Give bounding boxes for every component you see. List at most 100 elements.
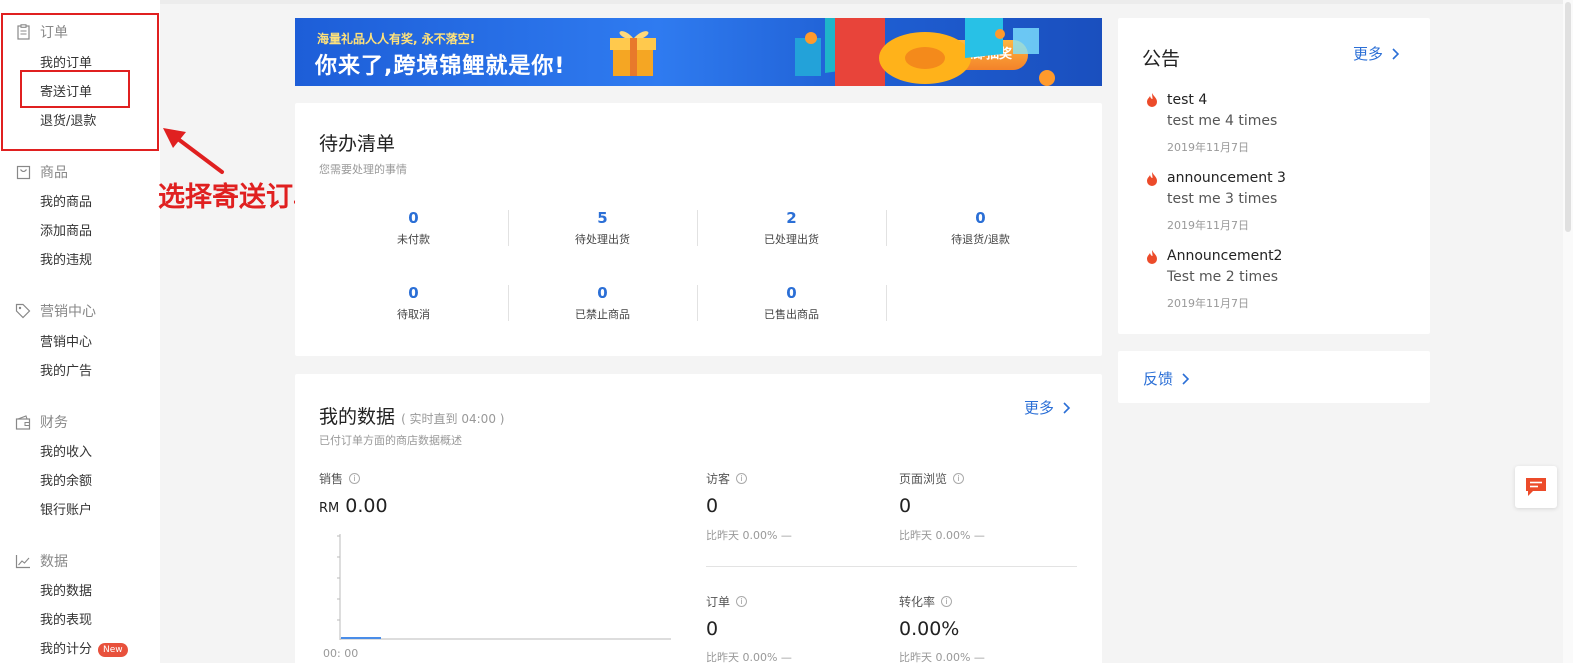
conversion-label-text: 转化率: [899, 595, 936, 609]
sidebar-item-bank-account[interactable]: 银行账户: [40, 499, 92, 518]
announcement-body: test me 3 times: [1167, 191, 1278, 207]
sidebar-group-title: 财务: [40, 415, 68, 431]
todo-stat-value: 0: [597, 284, 608, 302]
sidebar-item-my-ads[interactable]: 我的广告: [40, 360, 92, 379]
announcement-title[interactable]: Announcement2: [1167, 248, 1282, 264]
chevron-right-icon: [1182, 372, 1190, 385]
feedback-link[interactable]: 反馈: [1143, 368, 1193, 389]
announcement-body: Test me 2 times: [1167, 269, 1279, 285]
orders-compare: 比昨天 0.00% —: [706, 651, 792, 663]
todo-stat-unpaid[interactable]: 0 未付款: [319, 209, 508, 247]
todo-stat-value: 0: [408, 284, 419, 302]
scrollbar-thumb[interactable]: [1565, 2, 1571, 232]
my-data-title-note: ( 实时直到 04:00 ): [401, 412, 505, 426]
todo-stat-label: 已处理出货: [764, 233, 819, 246]
fire-icon: [1147, 250, 1157, 264]
sidebar-group-head: 商品: [15, 162, 68, 182]
chat-button[interactable]: [1515, 466, 1557, 508]
wallet-icon: [15, 414, 31, 430]
sidebar-item-my-products[interactable]: 我的商品: [40, 191, 92, 210]
sidebar-item-my-data[interactable]: 我的数据: [40, 580, 92, 599]
announcement-date: 2019年11月7日: [1167, 219, 1249, 232]
chevron-right-icon: [1392, 47, 1400, 60]
sales-label: 销售 i: [319, 470, 361, 487]
info-icon[interactable]: i: [953, 473, 965, 484]
conversion-label: 转化率 i: [899, 593, 953, 610]
todo-stat-returns[interactable]: 0 待退货/退款: [886, 209, 1075, 247]
todo-stat-to-ship[interactable]: 5 待处理出货: [508, 209, 697, 247]
my-data-card: 我的数据 ( 实时直到 04:00 ) 已付订单方面的商店数据概述 更多 销售 i…: [295, 374, 1102, 663]
todo-stat-value: 0: [975, 209, 986, 227]
banner-line1: 海量礼品人人有奖, 永不落空!: [317, 32, 476, 46]
pageviews-label: 页面浏览 i: [899, 470, 965, 487]
my-data-subtitle: 已付订单方面的商店数据概述: [319, 434, 462, 447]
todo-title: 待办清单: [319, 133, 396, 155]
sidebar-item-label: 我的计分: [40, 642, 93, 657]
todo-stat-shipped[interactable]: 2 已处理出货: [697, 209, 886, 247]
more-label: 更多: [1353, 45, 1384, 63]
announcement-title[interactable]: test 4: [1167, 92, 1207, 108]
chart-line-icon: [15, 553, 31, 569]
my-data-title-text: 我的数据: [319, 406, 396, 428]
my-data-title: 我的数据 ( 实时直到 04:00 ): [319, 402, 504, 429]
visitors-value: 0: [706, 495, 719, 517]
info-icon[interactable]: i: [941, 596, 953, 607]
chat-icon: [1526, 478, 1546, 496]
conversion-compare: 比昨天 0.00% —: [899, 651, 985, 663]
todo-subtitle: 您需要处理的事情: [319, 163, 407, 176]
sidebar-item-my-balance[interactable]: 我的余额: [40, 470, 92, 489]
todo-stat-banned[interactable]: 0 已禁止商品: [508, 284, 697, 322]
announcement-title[interactable]: announcement 3: [1167, 170, 1286, 186]
pageviews-label-text: 页面浏览: [899, 472, 948, 486]
my-data-more-link[interactable]: 更多: [1024, 397, 1074, 418]
todo-stat-value: 0: [408, 209, 419, 227]
sidebar-item-my-violations[interactable]: 我的违规: [40, 249, 92, 268]
todo-card: 待办清单 您需要处理的事情 0 未付款 5 待处理出货 2 已处理出货 0 待退…: [295, 103, 1102, 356]
sales-label-text: 销售: [319, 472, 344, 486]
chevron-right-icon: [1063, 401, 1071, 414]
banner-line2: 你来了,跨境锦鲤就是你!: [315, 54, 566, 79]
orders-value: 0: [706, 618, 719, 640]
sales-amount: 0.00: [345, 495, 388, 517]
todo-stat-sold-out[interactable]: 0 已售出商品: [697, 284, 886, 322]
sidebar-item-marketing-center[interactable]: 营销中心: [40, 331, 92, 350]
info-icon[interactable]: i: [736, 596, 748, 607]
sidebar-group-head: 营销中心: [15, 301, 96, 321]
top-strip: [160, 0, 1573, 4]
annotation-arrow-icon: [163, 128, 224, 174]
new-badge: New: [98, 643, 128, 657]
todo-stat-value: 2: [786, 209, 797, 227]
fire-icon: [1147, 172, 1157, 186]
sidebar-group-title: 营销中心: [40, 304, 96, 320]
announcements-more-link[interactable]: 更多: [1353, 43, 1403, 64]
todo-stat-label: 已售出商品: [764, 308, 819, 321]
todo-stat-label: 待取消: [397, 308, 430, 321]
sales-mini-chart: [337, 534, 671, 640]
gift-box-icon: [610, 31, 656, 76]
info-icon[interactable]: i: [736, 473, 748, 484]
sidebar-item-my-score[interactable]: 我的计分 New: [40, 638, 128, 657]
visitors-label-text: 访客: [706, 472, 731, 486]
todo-stat-label: 待退货/退款: [951, 233, 1010, 246]
info-icon[interactable]: i: [349, 473, 361, 484]
todo-stat-value: 5: [597, 209, 608, 227]
sidebar-group-title: 商品: [40, 165, 68, 181]
annotation-box-shipping-orders: [20, 70, 130, 108]
sidebar-item-my-income[interactable]: 我的收入: [40, 441, 92, 460]
divider: [886, 285, 887, 321]
feedback-card: 反馈: [1118, 351, 1430, 403]
more-label: 更多: [1024, 399, 1055, 417]
divider: [706, 566, 1077, 567]
visitors-compare: 比昨天 0.00% —: [706, 529, 792, 542]
todo-stat-to-cancel[interactable]: 0 待取消: [319, 284, 508, 322]
announcement-date: 2019年11月7日: [1167, 141, 1249, 154]
announcements-title: 公告: [1142, 48, 1181, 70]
sidebar-item-add-product[interactable]: 添加商品: [40, 220, 92, 239]
conversion-value: 0.00%: [899, 618, 960, 640]
promo-banner[interactable]: 海量礼品人人有奖, 永不落空! 你来了,跨境锦鲤就是你! 立即抽奖: [295, 18, 1102, 86]
chart-time-label: 00: 00: [323, 647, 359, 660]
sidebar-group-head: 财务: [15, 412, 68, 432]
sidebar-item-my-performance[interactable]: 我的表现: [40, 609, 92, 628]
sidebar-group-head: 数据: [15, 551, 68, 571]
fire-icon: [1147, 93, 1157, 107]
